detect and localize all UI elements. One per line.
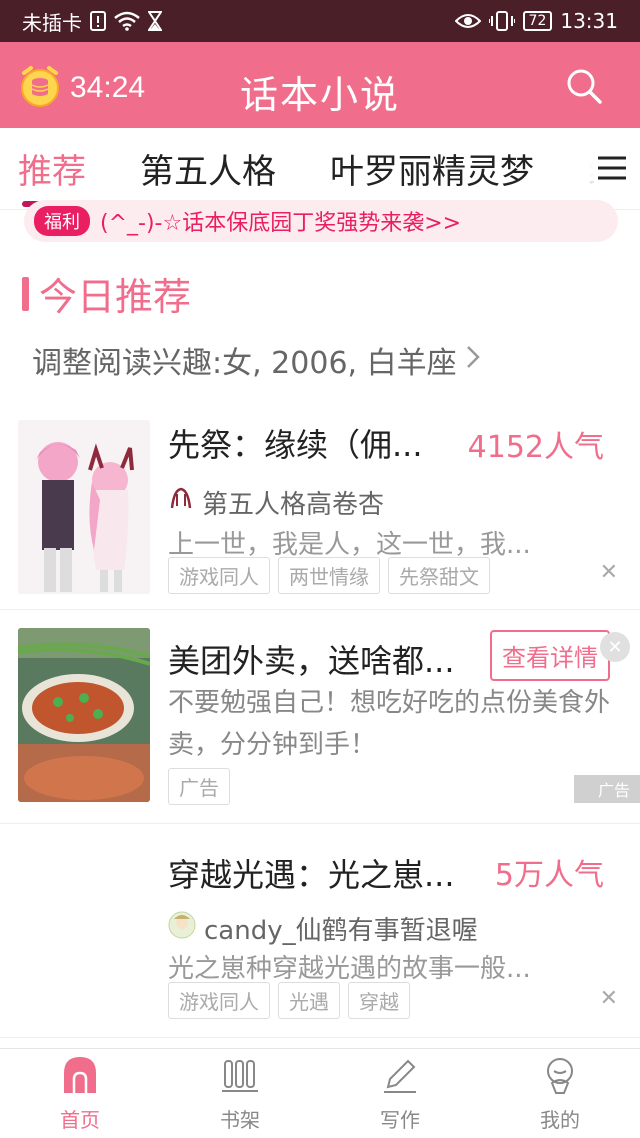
story-description: 上一世，我是人，这一世，我... [168, 530, 531, 560]
nav-label: 首页 [60, 1107, 100, 1132]
tab-yeluoli[interactable]: 叶罗丽精灵梦 [312, 144, 534, 193]
view-details-button[interactable]: 查看详情 [490, 630, 610, 681]
dismiss-button[interactable]: ✕ [600, 986, 618, 1011]
interest-prefix: 调整阅读兴趣: [32, 346, 223, 381]
sim-alert-icon [90, 11, 106, 31]
section-title: 今日推荐 [39, 275, 192, 319]
interest-value: 女, 2006, 白羊座 [222, 346, 457, 381]
welfare-badge: 福利 [34, 206, 90, 236]
author-name: 第五人格高卷杏 [202, 490, 385, 520]
story-description: 光之崽种穿越光遇的故事一般... [168, 954, 531, 984]
app-header: 34:24 话本小说 [0, 42, 640, 128]
close-icon: ✕ [599, 986, 618, 1011]
section-header: 今日推荐 [22, 266, 191, 321]
close-icon: ✕ [607, 636, 623, 658]
ad-close-button[interactable]: ✕ [600, 632, 630, 662]
battery-level: 72 [522, 11, 553, 31]
ad-mark: 广告 [573, 775, 640, 803]
carrier-text: 未插卡 [22, 10, 82, 35]
story-title: 穿越光遇：光之崽... [168, 856, 455, 894]
clock-time: 13:31 [560, 9, 618, 33]
ad-description: 不要勉强自己！想吃好吃的点份美食外卖，分分钟到手！ [168, 688, 611, 760]
story-card[interactable]: 穿越光遇：光之崽... 5万人气 candy_仙鹤有事暂退喔 光之崽种穿越光遇的… [0, 824, 640, 1038]
pen-icon [380, 1055, 420, 1100]
story-card[interactable]: 先祭：缘续（佣... 4152人气 第五人格高卷杏 上一世，我是人，这一世，我.… [0, 404, 640, 610]
vibrate-icon [488, 11, 515, 31]
nav-profile[interactable]: 我的 [480, 1049, 640, 1138]
nav-bookshelf[interactable]: 书架 [160, 1049, 320, 1138]
status-bar: 未插卡 72 13:31 [0, 0, 640, 42]
ad-card[interactable]: 美团外卖，送啥都... 查看详情 ✕ 不要勉强自己！想吃好吃的点份美食外卖，分分… [0, 610, 640, 824]
search-button[interactable] [564, 66, 604, 106]
story-author[interactable]: candy_仙鹤有事暂退喔 [168, 910, 478, 947]
adjust-interest-link[interactable]: 调整阅读兴趣: 女, 2006, 白羊座 [32, 338, 481, 382]
tab-menu-button[interactable] [594, 150, 630, 186]
menu-icon [594, 156, 630, 190]
search-icon [564, 69, 604, 110]
close-icon: ✕ [599, 560, 618, 585]
bookshelf-icon [220, 1055, 260, 1100]
announcement-banner[interactable]: 福利 (^_-)-☆话本保底园丁奖强势来袭>> [24, 200, 618, 242]
author-avatar [168, 486, 194, 519]
story-tag[interactable]: 两世情缘 [278, 557, 380, 594]
app-title: 话本小说 [239, 73, 400, 117]
ad-tag: 广告 [168, 768, 230, 805]
profile-icon [540, 1055, 580, 1100]
popularity-count: 5万人气 [494, 858, 604, 893]
hourglass-icon [148, 11, 162, 31]
announcement-text: (^_-)-☆话本保底园丁奖强势来袭>> [100, 211, 462, 236]
chevron-right-icon [465, 343, 481, 378]
story-tag[interactable]: 游戏同人 [168, 982, 270, 1019]
tab-recommend[interactable]: 推荐 [0, 144, 86, 207]
category-tabs: 推荐 第五人格 叶罗丽精灵梦 综 [0, 128, 640, 210]
ad-title: 美团外卖，送啥都... [168, 642, 455, 680]
story-tag[interactable]: 光遇 [278, 982, 340, 1019]
story-author[interactable]: 第五人格高卷杏 [168, 484, 384, 521]
nav-write[interactable]: 写作 [320, 1049, 480, 1138]
story-tag[interactable]: 先祭甜文 [388, 557, 490, 594]
bottom-navigation: 首页 书架 写作 我的 [0, 1048, 640, 1138]
nav-home[interactable]: 首页 [0, 1049, 160, 1138]
nav-label: 写作 [380, 1107, 420, 1132]
story-tag[interactable]: 穿越 [348, 982, 410, 1019]
eye-icon [454, 12, 481, 30]
dismiss-button[interactable]: ✕ [600, 560, 618, 585]
home-icon [60, 1055, 100, 1100]
story-tags: 游戏同人 光遇 穿越 [168, 982, 410, 1019]
ad-mark-text: 广告 [597, 781, 630, 800]
section-accent-bar [22, 276, 29, 311]
ad-image[interactable] [18, 628, 150, 802]
tab-identity-v[interactable]: 第五人格 [122, 144, 276, 193]
story-cover[interactable] [18, 420, 150, 594]
ad-tags: 广告 [168, 768, 230, 805]
story-tags: 游戏同人 两世情缘 先祭甜文 [168, 557, 490, 594]
wifi-icon [114, 11, 140, 31]
popularity-count: 4152人气 [467, 430, 604, 465]
author-name: candy_仙鹤有事暂退喔 [204, 916, 478, 946]
nav-label: 书架 [220, 1107, 260, 1132]
nav-label: 我的 [540, 1107, 580, 1132]
story-title: 先祭：缘续（佣... [168, 426, 423, 464]
author-avatar [168, 911, 196, 946]
story-tag[interactable]: 游戏同人 [168, 557, 270, 594]
